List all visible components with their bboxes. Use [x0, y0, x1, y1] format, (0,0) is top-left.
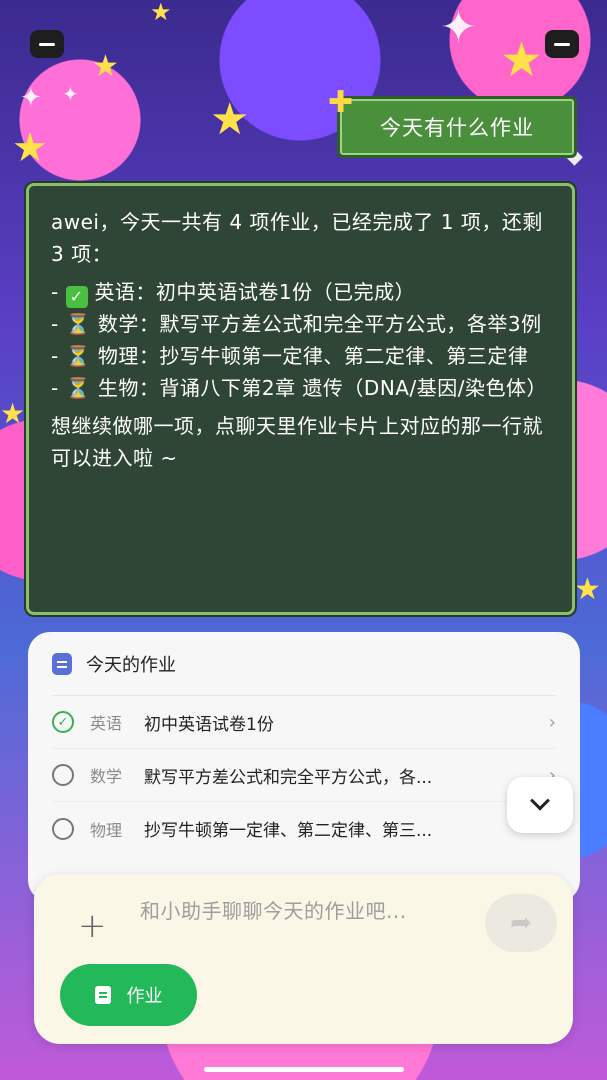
sparkle-decoration: ✦ [20, 83, 42, 113]
homework-row-physics[interactable]: 物理 抄写牛顿第一定律、第二定律、第三... › [52, 802, 556, 855]
homework-card-title: 今天的作业 [86, 654, 176, 676]
homework-button-label: 作业 [126, 986, 163, 1007]
plus-decoration-icon: ✚ [328, 85, 355, 120]
pending-circle-icon [52, 817, 74, 840]
homework-card: 今天的作业 ✓ 英语 初中英语试卷1份 › 数学 默写平方差公式和完全平方公式，… [28, 632, 580, 902]
reply-item-english: - ✓ 英语：初中英语试卷1份（已完成） [51, 280, 416, 308]
star-decoration: ★ [210, 94, 250, 145]
star-decoration: ★ [12, 125, 48, 171]
homework-task: 抄写牛顿第一定律、第二定律、第三... [144, 821, 433, 841]
user-message-bubble: ✚ 今天有什么作业 [328, 85, 577, 158]
reply-item-list: - ✓ 英语：初中英语试卷1份（已完成） - ⏳ 数学：默写平方差公式和完全平方… [51, 276, 552, 404]
chat-history-icon[interactable] [545, 30, 579, 58]
homework-row-english[interactable]: ✓ 英语 初中英语试卷1份 › [52, 696, 556, 749]
hourglass-icon: ⏳ [65, 312, 91, 336]
homework-row-math[interactable]: 数学 默写平方差公式和完全平方公式，各... › [52, 749, 556, 802]
home-indicator[interactable] [204, 1067, 404, 1072]
homework-task: 初中英语试卷1份 [144, 714, 274, 735]
chevron-down-icon [530, 790, 550, 811]
chevron-right-icon: › [548, 711, 556, 733]
add-attachment-button[interactable]: + [78, 906, 107, 946]
star-decoration: ★ [92, 49, 119, 84]
star-decoration: ★ [574, 572, 601, 607]
homework-subject: 英语 [90, 714, 123, 733]
star-decoration: ★ [0, 397, 26, 430]
homework-button[interactable]: 作业 [60, 964, 197, 1026]
check-mark-icon: ✓ [65, 286, 88, 308]
scroll-down-button[interactable] [507, 777, 573, 833]
sparkle-decoration: ✦ [440, 2, 477, 53]
sparkle-decoration: ✦ [62, 82, 79, 106]
star-decoration: ★ [150, 0, 172, 26]
hourglass-icon: ⏳ [65, 344, 91, 368]
reply-outro: 想继续做哪一项，点聊天里作业卡片上对应的那一行就可以进入啦 ~ [51, 414, 543, 470]
homework-task: 默写平方差公式和完全平方公式，各... [144, 767, 433, 788]
send-arrow-icon: ➦ [510, 908, 532, 938]
reply-item-physics: - ⏳ 物理：抄写牛顿第一定律、第二定律、第三定律 [51, 340, 552, 372]
homework-subject: 物理 [90, 820, 123, 840]
reply-intro: awei，今天一共有 4 项作业，已经完成了 1 项，还剩 3 项： [51, 210, 543, 266]
pending-circle-icon [52, 764, 74, 786]
reply-item-math: - ⏳ 数学：默写平方差公式和完全平方公式，各举3例 [51, 308, 552, 340]
completed-check-icon: ✓ [52, 711, 74, 733]
homework-doc-icon [94, 986, 111, 1004]
message-input[interactable]: 和小助手聊聊今天的作业吧... [140, 896, 450, 926]
star-decoration: ★ [500, 32, 544, 88]
homework-doc-icon [52, 652, 72, 675]
homework-card-header: 今天的作业 [52, 632, 556, 696]
message-composer: + 和小助手聊聊今天的作业吧... ➦ 作业 [34, 874, 573, 1044]
hourglass-icon: ⏳ [65, 376, 91, 400]
menu-icon[interactable] [30, 30, 64, 58]
send-button[interactable]: ➦ [485, 894, 557, 952]
homework-subject: 数学 [90, 767, 123, 786]
reply-item-biology: - ⏳ 生物：背诵八下第2章 遗传（DNA/基因/染色体） [51, 372, 552, 404]
assistant-reply-board: awei，今天一共有 4 项作业，已经完成了 1 项，还剩 3 项： - ✓ 英… [26, 183, 575, 615]
user-message-text: 今天有什么作业 [380, 116, 534, 140]
